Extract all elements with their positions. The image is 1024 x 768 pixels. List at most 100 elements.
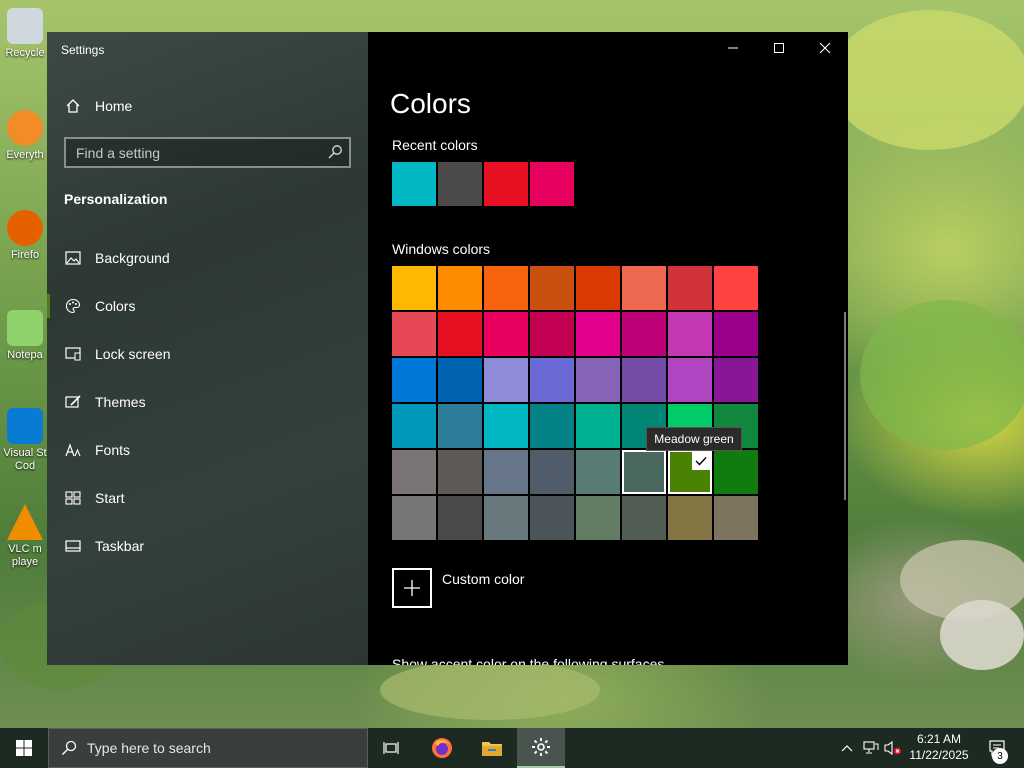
sidebar-item-label: Background	[95, 250, 170, 266]
color-swatch[interactable]	[530, 496, 574, 540]
color-swatch[interactable]	[530, 404, 574, 448]
color-swatch[interactable]	[484, 266, 528, 310]
color-swatch[interactable]	[438, 358, 482, 402]
color-swatch[interactable]	[392, 312, 436, 356]
image-icon	[64, 249, 82, 267]
window-title: Settings	[61, 43, 105, 57]
sidebar-item-label: Colors	[95, 298, 136, 314]
color-swatch[interactable]	[484, 358, 528, 402]
tray-overflow-button[interactable]	[836, 728, 858, 768]
color-swatch[interactable]	[392, 358, 436, 402]
color-swatch[interactable]	[530, 312, 574, 356]
taskbar-settings[interactable]	[517, 728, 565, 768]
desktop-icon-visual-studio-code[interactable]: Visual St Cod	[0, 408, 50, 473]
sidebar-item-themes[interactable]: Themes	[47, 382, 368, 422]
color-swatch[interactable]	[530, 450, 574, 494]
color-swatch[interactable]	[576, 312, 620, 356]
notification-count-badge: 3	[992, 748, 1008, 764]
color-swatch[interactable]	[438, 450, 482, 494]
tray-clock[interactable]: 6:21 AM 11/22/2025	[904, 731, 974, 763]
desktop-icon-recycle-bin[interactable]: Recycle	[0, 8, 50, 60]
sidebar-item-lock-screen[interactable]: Lock screen	[47, 334, 368, 374]
start-button[interactable]	[0, 728, 48, 768]
taskbar-file-explorer[interactable]	[468, 728, 516, 768]
clock-time: 6:21 AM	[916, 732, 962, 746]
desktop-icon-notepad[interactable]: Notepa	[0, 310, 50, 362]
volume-muted-icon	[884, 740, 901, 756]
color-swatch[interactable]	[576, 450, 620, 494]
color-swatch[interactable]	[576, 404, 620, 448]
content-scrollbar[interactable]	[844, 312, 846, 500]
desktop-icon-everything[interactable]: Everyth	[0, 110, 50, 162]
recent-colors-row	[392, 162, 574, 206]
find-setting-search	[64, 137, 351, 168]
desktop-icon-firefox[interactable]: Firefo	[0, 210, 50, 262]
sidebar-item-fonts[interactable]: Fonts	[47, 430, 368, 470]
color-swatch[interactable]	[622, 496, 666, 540]
color-swatch[interactable]	[438, 312, 482, 356]
custom-color-button[interactable]: Custom color	[392, 568, 524, 608]
sidebar-item-taskbar[interactable]: Taskbar	[47, 526, 368, 566]
color-swatch[interactable]	[714, 358, 758, 402]
color-swatch[interactable]	[392, 450, 436, 494]
tray-network-button[interactable]	[860, 728, 882, 768]
color-swatch[interactable]	[622, 266, 666, 310]
tray-volume-button[interactable]	[882, 728, 904, 768]
accent-surfaces-heading: Show accent color on the following surfa…	[392, 656, 665, 665]
sidebar-item-start[interactable]: Start	[47, 478, 368, 518]
brush-icon	[64, 393, 82, 411]
color-swatch[interactable]	[438, 404, 482, 448]
recent-color-swatch[interactable]	[484, 162, 528, 206]
color-swatch[interactable]	[668, 312, 712, 356]
color-swatch[interactable]	[668, 358, 712, 402]
color-swatch[interactable]	[392, 404, 436, 448]
gear-icon	[532, 738, 550, 756]
color-swatch[interactable]	[714, 496, 758, 540]
color-swatch[interactable]	[438, 496, 482, 540]
color-swatch[interactable]	[484, 404, 528, 448]
sidebar-item-background[interactable]: Background	[47, 238, 368, 278]
sidebar-item-label: Taskbar	[95, 538, 145, 554]
color-swatch[interactable]	[484, 312, 528, 356]
recent-color-swatch[interactable]	[530, 162, 574, 206]
task-view-button[interactable]	[368, 728, 416, 768]
recent-color-swatch[interactable]	[392, 162, 436, 206]
color-swatch[interactable]	[530, 266, 574, 310]
color-swatch[interactable]	[484, 496, 528, 540]
notepad-icon	[7, 310, 43, 346]
color-swatch-hovered[interactable]	[622, 450, 666, 494]
color-swatch[interactable]	[484, 450, 528, 494]
color-swatch[interactable]	[622, 312, 666, 356]
taskbar-icon	[64, 537, 82, 555]
color-swatch[interactable]	[576, 266, 620, 310]
notifications-button[interactable]: 3	[978, 728, 1018, 768]
vlc-icon	[7, 504, 43, 540]
search-icon[interactable]	[327, 144, 343, 160]
taskbar-search-placeholder: Type here to search	[87, 740, 211, 756]
color-swatch[interactable]	[530, 358, 574, 402]
recent-color-swatch[interactable]	[438, 162, 482, 206]
color-swatch-selected[interactable]	[668, 450, 712, 494]
color-swatch[interactable]	[392, 266, 436, 310]
color-swatch[interactable]	[438, 266, 482, 310]
nav-home[interactable]: Home	[47, 86, 368, 126]
find-setting-input[interactable]	[66, 139, 316, 166]
nav-home-label: Home	[95, 98, 133, 114]
taskbar-firefox[interactable]	[418, 728, 466, 768]
color-swatch[interactable]	[714, 266, 758, 310]
color-swatch[interactable]	[668, 496, 712, 540]
plus-icon	[392, 568, 432, 608]
color-swatch[interactable]	[714, 450, 758, 494]
color-swatch[interactable]	[714, 312, 758, 356]
taskbar-search-box[interactable]: Type here to search	[48, 728, 368, 768]
color-swatch[interactable]	[622, 358, 666, 402]
recycle-bin-icon	[7, 8, 43, 44]
color-tooltip: Meadow green	[646, 427, 742, 451]
color-swatch[interactable]	[576, 358, 620, 402]
desktop-icon-vlc[interactable]: VLC m playe	[0, 504, 50, 569]
color-swatch[interactable]	[392, 496, 436, 540]
color-swatch[interactable]	[576, 496, 620, 540]
color-swatch[interactable]	[668, 266, 712, 310]
sidebar-item-colors[interactable]: Colors	[47, 286, 368, 326]
colors-content: Colors Recent colors Windows colors Mead…	[368, 32, 848, 665]
